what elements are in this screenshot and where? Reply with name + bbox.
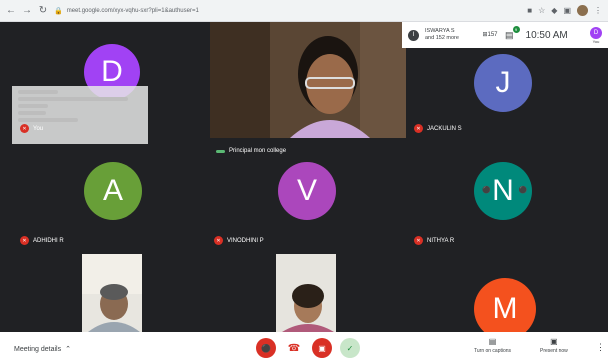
camera-toggle-button[interactable]: ▣ bbox=[312, 338, 332, 358]
participant-tile-adhidhi[interactable]: A ✕ ADHIDHI R bbox=[0, 142, 200, 252]
mic-off-icon: ✕ bbox=[414, 124, 423, 133]
participant-name-tag: ✕ JACKULIN S bbox=[414, 124, 462, 133]
participant-name: ADHIDHI R bbox=[33, 237, 64, 244]
address-bar[interactable]: 🔒 meet.google.com/xyx-vqhu-sxr?pli=1&aut… bbox=[54, 4, 521, 18]
meeting-details-button[interactable]: Meeting details ⌃ bbox=[14, 345, 71, 354]
check-icon: ✓ bbox=[346, 343, 354, 353]
reload-icon[interactable]: ↻ bbox=[38, 5, 48, 16]
browser-toolbar: ← → ↻ 🔒 meet.google.com/xyx-vqhu-sxr?pli… bbox=[0, 0, 608, 22]
meeting-top-card: I ISWARYA S and 152 more ⊞157 ▤ 9 10:50 … bbox=[402, 22, 608, 48]
captions-icon: ▤ bbox=[488, 337, 497, 346]
back-icon[interactable]: ← bbox=[6, 5, 16, 16]
participant-video bbox=[276, 254, 336, 332]
participant-name: VINODHINI P bbox=[227, 237, 264, 244]
microphone-toggle-button[interactable]: ⚫ bbox=[256, 338, 276, 358]
mic-off-icon: ✕ bbox=[414, 236, 423, 245]
participants-summary[interactable]: ISWARYA S and 152 more bbox=[425, 28, 475, 42]
participant-name: You bbox=[33, 125, 44, 132]
browser-menu-icon[interactable]: ⋮ bbox=[594, 6, 602, 15]
present-label: Present now bbox=[540, 348, 568, 354]
participant-tile-you[interactable]: D ✕ You bbox=[0, 22, 200, 144]
participant-name-tag: ✕ ADHIDHI R bbox=[20, 236, 64, 245]
people-avatar[interactable]: I bbox=[408, 29, 419, 41]
check-button[interactable]: ✓ bbox=[340, 338, 360, 358]
participant-name: NITHYA R bbox=[427, 237, 455, 244]
phone-hangup-icon: ☎ bbox=[287, 342, 301, 354]
avatar: V bbox=[278, 162, 336, 220]
puzzle-icon[interactable]: ▣ bbox=[563, 6, 571, 15]
avatar: M bbox=[474, 278, 536, 332]
tile-hover-controls: ⚫ ⚫ bbox=[482, 186, 527, 194]
meeting-details-label: Meeting details bbox=[14, 345, 62, 353]
pin-icon[interactable]: ⚫ bbox=[482, 186, 491, 194]
participant-tile-vinodhini[interactable]: V ✕ VINODHINI P bbox=[210, 142, 406, 252]
turn-on-captions-button[interactable]: ▤ Turn on captions bbox=[474, 337, 511, 354]
extension-icon[interactable]: ◆ bbox=[551, 6, 557, 15]
camera-icon[interactable]: ■ bbox=[527, 6, 532, 15]
participant-video bbox=[82, 254, 142, 332]
mute-participant-icon[interactable]: ⚫ bbox=[519, 186, 528, 194]
chat-icon[interactable]: ▤ 9 bbox=[505, 25, 520, 41]
participant-name-tag: ✕ NITHYA R bbox=[414, 236, 454, 245]
camera-off-icon: ▣ bbox=[318, 343, 326, 353]
avatar: A bbox=[84, 162, 142, 220]
url-text: meet.google.com/xyx-vqhu-sxr?pli=1&authu… bbox=[66, 7, 199, 14]
participant-tile-video-2[interactable] bbox=[276, 254, 336, 332]
participant-tile-jackulin[interactable]: J ✕ JACKULIN S bbox=[408, 48, 608, 133]
mic-off-icon: ✕ bbox=[20, 236, 29, 245]
meeting-clock: 10:50 AM bbox=[525, 29, 568, 41]
self-avatar: D bbox=[590, 26, 602, 39]
present-now-button[interactable]: ▣ Present now bbox=[540, 337, 568, 354]
chat-overlay bbox=[12, 86, 148, 144]
extension-icons: ■ ☆ ◆ ▣ ⋮ bbox=[527, 5, 602, 16]
chat-badge: 9 bbox=[512, 25, 520, 33]
present-icon: ▣ bbox=[550, 337, 558, 346]
chevron-up-icon: ⌃ bbox=[65, 346, 71, 353]
participant-tile-principal[interactable]: Principal mon college bbox=[210, 22, 406, 154]
participant-name-tag: ✕ You bbox=[20, 124, 43, 133]
meeting-controls-bar: Meeting details ⌃ ⚫ ☎ ▣ ✓ ▤ Turn on capt… bbox=[0, 332, 608, 364]
self-label: You bbox=[592, 38, 600, 44]
participant-tile-nithya[interactable]: N ⚫ ⚫ ✕ NITHYA R bbox=[408, 142, 608, 252]
more-options-icon[interactable]: ⋮ bbox=[596, 342, 605, 353]
participant-name: JACKULIN S bbox=[427, 125, 462, 132]
mic-off-icon: ✕ bbox=[20, 124, 29, 133]
participant-tile-video-1[interactable] bbox=[82, 254, 142, 332]
profile-avatar[interactable] bbox=[577, 5, 588, 16]
lock-icon: 🔒 bbox=[54, 7, 63, 15]
star-icon[interactable]: ☆ bbox=[538, 6, 545, 15]
avatar: J bbox=[474, 54, 532, 112]
mic-off-icon: ⚫ bbox=[261, 343, 271, 353]
participant-name-tag: ✕ VINODHINI P bbox=[214, 236, 264, 245]
self-avatar-chip[interactable]: D You bbox=[590, 26, 602, 44]
participants-count-icon[interactable]: ⊞157 bbox=[481, 32, 499, 38]
participant-video bbox=[210, 22, 406, 138]
participant-count-text: and 152 more bbox=[425, 35, 459, 41]
participant-tile-m[interactable]: M bbox=[408, 254, 608, 332]
leave-call-button[interactable]: ☎ bbox=[284, 338, 304, 358]
forward-icon[interactable]: → bbox=[22, 5, 32, 16]
mic-off-icon: ✕ bbox=[214, 236, 223, 245]
meeting-grid: D ✕ You Principal mon college J ✕ JACKUL… bbox=[0, 22, 608, 332]
captions-label: Turn on captions bbox=[474, 348, 512, 354]
participant-lead-name: ISWARYA S bbox=[425, 28, 455, 34]
